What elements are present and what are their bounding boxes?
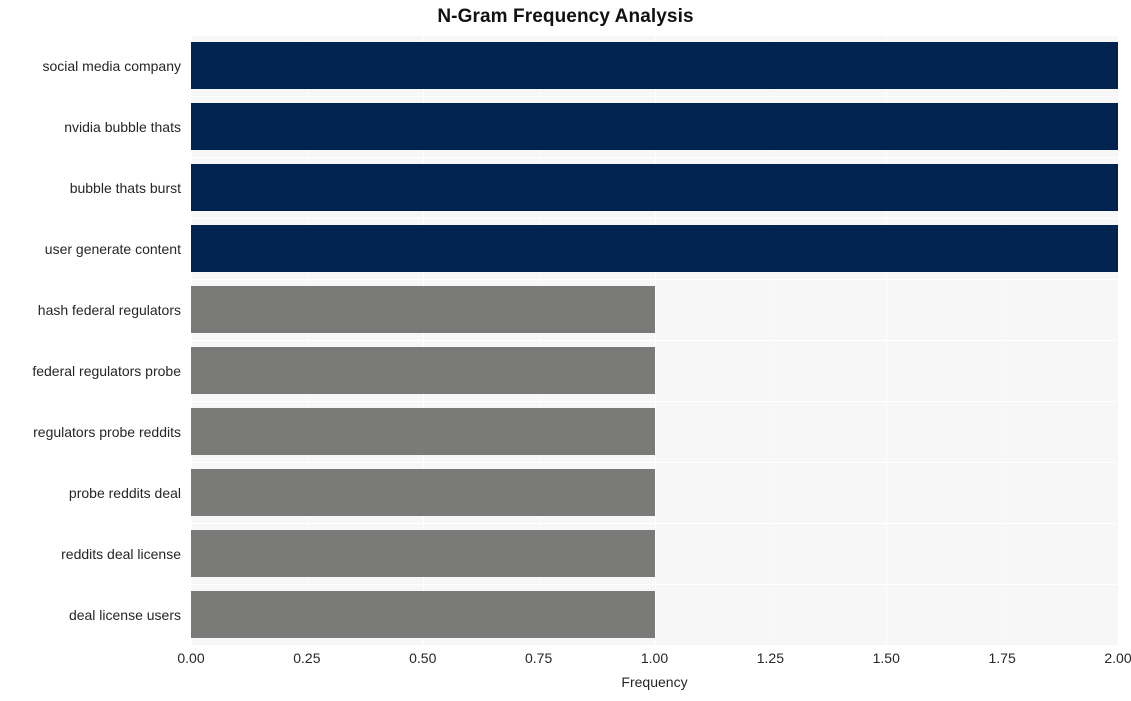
x-axis-tick-label: 1.50 xyxy=(872,650,900,666)
gridline-horizontal xyxy=(191,157,1118,158)
y-axis-tick-label: social media company xyxy=(42,58,181,74)
bar xyxy=(191,42,1118,89)
y-axis-tick-label: hash federal regulators xyxy=(37,302,181,318)
y-axis-tick-label: federal regulators probe xyxy=(32,363,181,379)
y-axis-tick-label: probe reddits deal xyxy=(68,485,181,501)
gridline-horizontal xyxy=(191,218,1118,219)
gridline-horizontal xyxy=(191,35,1118,36)
x-axis-tick-label: 1.75 xyxy=(988,650,1016,666)
bar xyxy=(191,591,655,638)
bar xyxy=(191,347,655,394)
gridline-horizontal xyxy=(191,523,1118,524)
gridline-horizontal xyxy=(191,340,1118,341)
bar xyxy=(191,530,655,577)
x-axis-tick-label: 2.00 xyxy=(1104,650,1131,666)
bar xyxy=(191,286,655,333)
x-axis-tick-labels: 0.00 0.25 0.50 0.75 1.00 1.25 1.50 1.75 2.00 xyxy=(177,650,1131,672)
gridline-horizontal xyxy=(191,584,1118,585)
y-axis-tick-label: deal license users xyxy=(68,607,181,623)
bar xyxy=(191,164,1118,211)
gridline-horizontal xyxy=(191,279,1118,280)
y-axis-tick-label: bubble thats burst xyxy=(69,180,181,196)
y-axis-tick-label: regulators probe reddits xyxy=(33,424,181,440)
x-axis-tick-label: 0.50 xyxy=(409,650,437,666)
x-axis-label: Frequency xyxy=(621,674,688,690)
chart-figure: N-Gram Frequency Analysis social media c… xyxy=(0,0,1131,701)
x-axis-tick-label: 1.00 xyxy=(640,650,669,666)
gridline-horizontal xyxy=(191,462,1118,463)
y-axis-tick-labels: social media company nvidia bubble thats b… xyxy=(0,35,181,645)
y-axis-tick-label: user generate content xyxy=(44,241,181,257)
bar xyxy=(191,469,655,516)
x-axis-tick-label: 0.25 xyxy=(293,650,321,666)
y-axis-tick-label: nvidia bubble thats xyxy=(64,119,181,135)
x-axis-tick-label: 0.75 xyxy=(525,650,553,666)
bar xyxy=(191,408,655,455)
x-axis-tick-label: 0.00 xyxy=(177,650,205,666)
bar xyxy=(191,103,1118,150)
y-axis-tick-label: reddits deal license xyxy=(61,546,181,562)
gridline-horizontal xyxy=(191,401,1118,402)
x-axis-tick-label: 1.25 xyxy=(756,650,784,666)
chart-title: N-Gram Frequency Analysis xyxy=(437,6,694,27)
plot-area xyxy=(191,35,1118,645)
bar xyxy=(191,225,1118,272)
gridline-horizontal xyxy=(191,96,1118,97)
